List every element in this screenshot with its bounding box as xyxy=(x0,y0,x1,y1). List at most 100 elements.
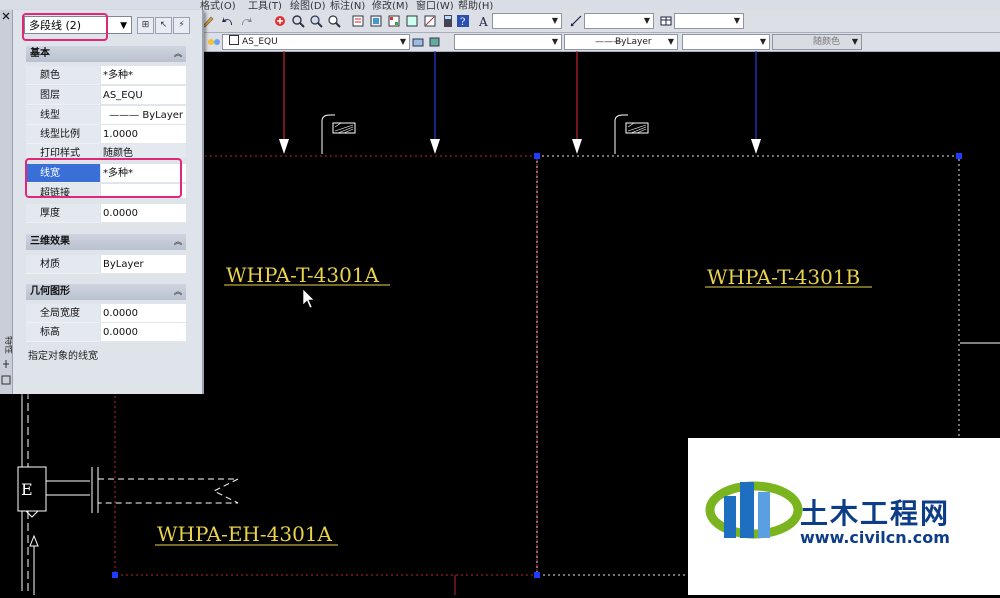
mouse-cursor-icon xyxy=(302,288,315,309)
help-button-icon[interactable]: ? xyxy=(455,13,471,29)
dim-style-icon[interactable] xyxy=(568,13,584,29)
flange-symbol xyxy=(46,467,99,513)
property-value[interactable]: AS_EQU xyxy=(101,86,186,105)
zoom-realtime-icon[interactable] xyxy=(290,13,306,29)
property-value[interactable]: ——— ByLayer xyxy=(101,106,186,125)
menu-draw[interactable]: 绘图(D) xyxy=(290,0,326,10)
redo-icon[interactable] xyxy=(238,13,254,29)
menu-dimension[interactable]: 标注(N) xyxy=(330,0,365,10)
flow-arrow xyxy=(279,139,289,154)
property-value[interactable]: 0.0000 xyxy=(101,304,186,323)
property-label: 材质 xyxy=(26,255,100,274)
section-geometry-title: 几何图形 xyxy=(30,286,70,297)
layer-name: AS_EQU xyxy=(242,37,278,47)
section-general-title: 基本 xyxy=(30,48,50,59)
layer-previous-icon[interactable] xyxy=(426,34,442,50)
plot-style-combo[interactable]: 随颜色 ▼ xyxy=(772,34,862,50)
palette-title-strip[interactable]: 特性 xyxy=(0,10,15,394)
text-style-icon[interactable]: A xyxy=(476,13,492,29)
collapse-icon: ︽ xyxy=(174,287,182,296)
quick-select-icon[interactable]: ⚡ xyxy=(173,17,190,34)
section-geometry[interactable]: 几何图形 ︽ xyxy=(26,284,186,300)
menu-modify[interactable]: 修改(M) xyxy=(372,0,408,10)
zoom-window-icon[interactable] xyxy=(308,13,324,29)
menu-window[interactable]: 窗口(W) xyxy=(416,0,454,10)
flow-arrow xyxy=(751,139,761,154)
grip-point[interactable] xyxy=(534,153,540,159)
layer-state-icons[interactable] xyxy=(206,34,222,50)
equipment-label-b[interactable]: WHPA-T-4301B xyxy=(707,265,860,289)
watermark-url: www.civilcn.com xyxy=(800,528,950,547)
property-description: 指定对象的线宽 xyxy=(28,351,98,362)
menu-help[interactable]: 帮助(H) xyxy=(458,0,493,10)
equipment-label-eh[interactable]: WHPA-EH-4301A xyxy=(157,522,333,546)
svg-text:特性: 特性 xyxy=(3,336,12,354)
equipment-label-a[interactable]: WHPA-T-4301A xyxy=(226,263,380,287)
property-value[interactable]: 随颜色 xyxy=(101,144,186,158)
property-value[interactable]: 0.0000 xyxy=(101,204,186,223)
property-label: 颜色 xyxy=(26,66,100,85)
menu-tools[interactable]: 工具(T) xyxy=(248,0,282,10)
section-3d[interactable]: 三维效果 ︽ xyxy=(26,234,186,250)
svg-text:A: A xyxy=(478,15,488,28)
undo-icon[interactable] xyxy=(220,13,236,29)
property-row[interactable]: 标高 0.0000 xyxy=(26,323,186,342)
design-center-icon[interactable] xyxy=(368,13,384,29)
svg-text:?: ? xyxy=(460,17,465,28)
chevron-down-icon: ▼ xyxy=(120,21,127,31)
property-row[interactable]: 颜色 *多种* xyxy=(26,66,186,85)
menu-format[interactable]: 格式(O) xyxy=(200,0,236,10)
make-current-layer-icon[interactable] xyxy=(410,34,426,50)
property-label: 标高 xyxy=(26,323,100,342)
property-label: 图层 xyxy=(26,86,100,105)
property-row[interactable]: 线型 ——— ByLayer xyxy=(26,106,186,125)
property-row[interactable]: 打印样式 随颜色 xyxy=(26,144,186,158)
text-style-combo[interactable]: ▼ xyxy=(492,13,562,29)
grip-point[interactable] xyxy=(956,153,962,159)
collapse-icon: ︽ xyxy=(174,237,182,246)
section-general[interactable]: 基本 ︽ xyxy=(26,46,186,62)
select-objects-icon[interactable]: ↖ xyxy=(155,17,172,34)
properties-icon[interactable] xyxy=(350,13,366,29)
layer-combo[interactable]: AS_EQU ▼ xyxy=(222,34,410,50)
heater-element xyxy=(98,478,239,504)
tool-palettes-icon[interactable] xyxy=(386,13,402,29)
property-label: 打印样式 xyxy=(26,144,100,158)
property-value[interactable]: 0.0000 xyxy=(101,323,186,342)
markup-icon[interactable] xyxy=(422,13,438,29)
table-style-icon[interactable] xyxy=(658,13,674,29)
property-value[interactable]: ByLayer xyxy=(101,255,186,274)
grip-point[interactable] xyxy=(534,572,540,578)
collapse-icon: ︽ xyxy=(174,49,182,58)
grip-point[interactable] xyxy=(112,572,118,578)
equipment-box-letter: E xyxy=(21,480,33,499)
property-row[interactable]: 全局宽度 0.0000 xyxy=(26,304,186,323)
table-style-combo[interactable]: ▼ xyxy=(674,13,744,29)
property-row[interactable]: 厚度 0.0000 xyxy=(26,204,186,223)
lineweight-combo[interactable]: ▼ xyxy=(682,34,770,50)
selection-highlight xyxy=(22,13,108,41)
menu-bar: 格式(O) 工具(T) 绘图(D) 标注(N) 修改(M) 窗口(W) 帮助(H… xyxy=(0,0,1000,10)
property-value[interactable]: *多种* xyxy=(101,66,186,85)
property-label: 线型比例 xyxy=(26,125,100,144)
property-row[interactable]: 线型比例 1.0000 xyxy=(26,125,186,144)
pan-icon[interactable] xyxy=(272,13,288,29)
dim-style-combo[interactable]: ▼ xyxy=(584,13,654,29)
linetype-value: ByLayer xyxy=(615,37,652,47)
plot-style-value: 随颜色 xyxy=(813,37,841,47)
flow-arrow xyxy=(430,139,440,154)
sheet-set-icon[interactable] xyxy=(404,13,420,29)
vent-symbol-b xyxy=(614,114,649,154)
property-value[interactable]: 1.0000 xyxy=(101,125,186,144)
color-combo[interactable]: ▼ xyxy=(454,34,562,50)
settings-icon xyxy=(1,375,11,385)
property-row[interactable]: 图层 AS_EQU xyxy=(26,86,186,105)
linetype-combo[interactable]: ——— ByLayer ▼ xyxy=(564,34,678,50)
zoom-previous-icon[interactable] xyxy=(326,13,342,29)
toggle-pickadd-icon[interactable]: ⊞ xyxy=(137,17,154,34)
arrow-up xyxy=(29,534,39,547)
lineweight-highlight xyxy=(25,158,182,198)
property-row[interactable]: 材质 ByLayer xyxy=(26,255,186,274)
close-icon xyxy=(2,12,10,20)
property-label: 线型 xyxy=(26,106,100,125)
